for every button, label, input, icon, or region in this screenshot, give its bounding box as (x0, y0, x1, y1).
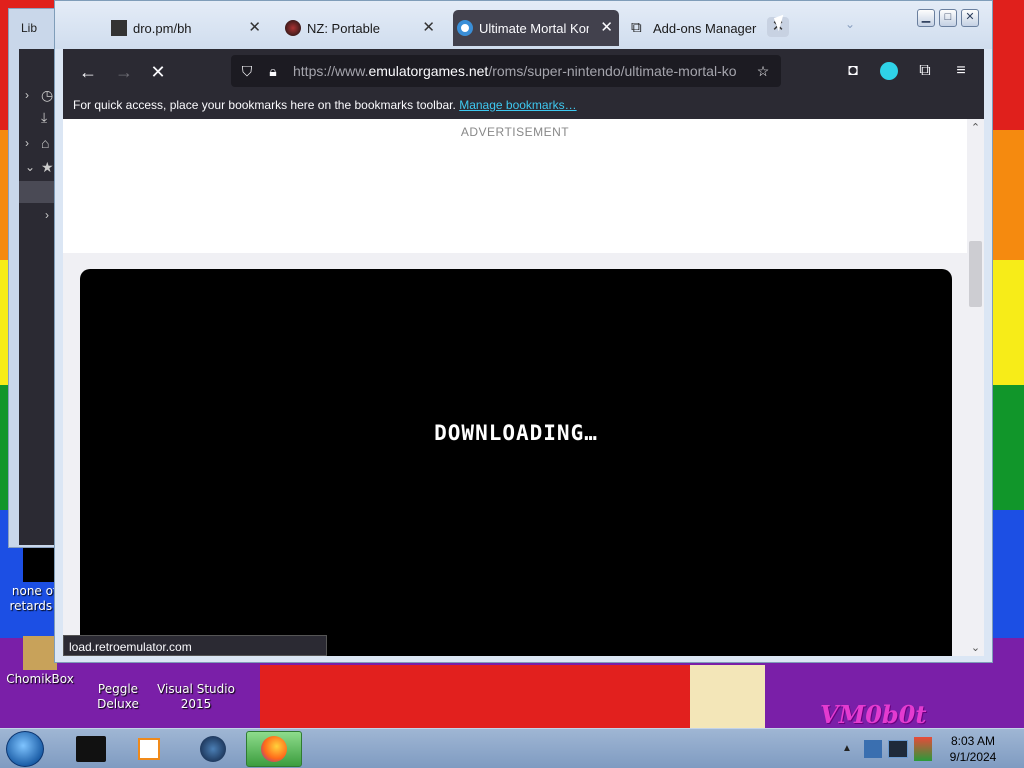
wallpaper-red-shape (260, 665, 700, 728)
url-domain: emulatorgames.net (368, 63, 489, 79)
tab-label: Ultimate Mortal Kombat (479, 21, 589, 36)
chevron-down-icon: ⌄ (25, 160, 36, 174)
browser-toolbar: ← → ✕ ⛉ 🔒︎ https://www.emulatorgames.net… (63, 49, 984, 119)
tab-nz-portable[interactable]: NZ: Portable ✕ (281, 10, 441, 46)
taskbar-app-explorer[interactable] (64, 731, 120, 767)
nz-logo-icon (285, 20, 301, 36)
minimize-button[interactable]: ▁ (917, 9, 935, 27)
game-canvas[interactable]: DOWNLOADING… (80, 269, 952, 656)
menu-icon[interactable]: ≡ (951, 61, 971, 81)
tab-label: NZ: Portable (307, 21, 380, 36)
url-bar[interactable]: ⛉ 🔒︎ https://www.emulatorgames.net/roms/… (231, 55, 781, 87)
scroll-down-icon[interactable]: ⌄ (967, 641, 984, 654)
globe-icon (200, 736, 226, 762)
advertisement-area[interactable]: ADVERTISEMENT (63, 119, 967, 253)
scroll-thumb[interactable] (969, 241, 982, 307)
desktop-icon-label: ChomikBox (6, 672, 74, 686)
url-path: /roms/super-nintendo/ultimate-mortal-ko (488, 63, 737, 79)
chevron-right-icon: › (25, 88, 29, 102)
taskbar-app-globe[interactable] (184, 731, 240, 767)
close-icon[interactable]: ✕ (248, 18, 261, 36)
back-button[interactable]: ← (75, 59, 101, 85)
tab-label: dro.pm/bh (133, 21, 192, 36)
wallpaper-signature: VM0b0t (820, 700, 927, 729)
scroll-up-icon[interactable]: ⌃ (967, 121, 984, 134)
lock-icon[interactable]: 🔒︎ (265, 63, 281, 79)
page-content[interactable]: ADVERTISEMENT DOWNLOADING… (63, 119, 967, 656)
tab-dro[interactable]: dro.pm/bh ✕ (107, 10, 267, 46)
stop-button[interactable]: ✕ (145, 59, 171, 85)
show-hidden-icons-button[interactable]: ▲ (842, 743, 852, 754)
tab-ultimate-mortal-kombat[interactable]: Ultimate Mortal Kombat ✕ (453, 10, 619, 46)
clock-time: 8:03 AM (950, 734, 996, 748)
close-icon[interactable]: ✕ (600, 18, 613, 36)
list-tabs-chevron-icon[interactable]: ⌄ (845, 17, 855, 31)
close-icon[interactable]: ✕ (422, 18, 435, 36)
status-bar: load.retroemulator.com (63, 635, 327, 656)
network-icon[interactable] (864, 740, 882, 758)
account-icon[interactable] (879, 61, 899, 81)
chevron-right-icon: › (25, 136, 29, 150)
emulator-games-icon (457, 20, 473, 36)
monitor-icon[interactable] (888, 740, 908, 758)
browser-window: dro.pm/bh ✕ NZ: Portable ✕ Ultimate Mort… (54, 0, 993, 663)
maximize-button[interactable]: □ (939, 9, 957, 27)
forward-button[interactable]: → (111, 59, 137, 85)
bookmark-star-icon[interactable]: ☆ (755, 63, 771, 79)
chevron-right-icon: › (45, 208, 49, 222)
bookmarks-toolbar: For quick access, place your bookmarks h… (73, 98, 577, 112)
wallpaper-figure (690, 665, 765, 728)
puzzle-icon: ⧉ (631, 19, 642, 36)
tab-label: Add-ons Manager (653, 21, 757, 36)
firefox-icon (261, 736, 287, 762)
desktop-icon-label: Visual Studio 2015 (157, 682, 235, 711)
bookmarks-hint: For quick access, place your bookmarks h… (73, 98, 456, 112)
clock[interactable]: 8:03 AM 9/1/2024 (940, 733, 1006, 765)
media-player-icon (138, 738, 160, 760)
page-scrollbar[interactable]: ⌃ ⌄ (967, 119, 984, 656)
folder-icon (76, 736, 106, 762)
desktop-icon-label: Peggle Deluxe (97, 682, 139, 711)
title-bar: dro.pm/bh ✕ NZ: Portable ✕ Ultimate Mort… (55, 1, 992, 49)
system-tray (856, 731, 936, 767)
start-button[interactable] (6, 731, 44, 767)
close-window-button[interactable]: ✕ (961, 9, 979, 27)
advertisement-label: ADVERTISEMENT (460, 125, 570, 139)
taskbar: ▲ 8:03 AM 9/1/2024 (0, 728, 1024, 768)
pocket-icon[interactable]: ◘ (843, 61, 863, 81)
taskbar-app-firefox[interactable] (246, 731, 302, 767)
app-tray-icon[interactable] (914, 737, 932, 761)
url-prefix: https://www. (293, 63, 369, 79)
taskbar-app-media[interactable] (122, 731, 178, 767)
terminal-icon (111, 20, 127, 36)
url-text[interactable]: https://www.emulatorgames.net/roms/super… (293, 63, 751, 79)
shield-icon[interactable]: ⛉ (239, 63, 255, 79)
chomikbox-icon (23, 636, 57, 670)
extensions-icon[interactable]: ⧉ (915, 61, 935, 81)
clock-date: 9/1/2024 (949, 750, 997, 764)
manage-bookmarks-link[interactable]: Manage bookmarks… (459, 98, 576, 112)
file-icon (23, 548, 57, 582)
tab-addons-manager[interactable]: ⧉ Add-ons Manager ✕ (627, 10, 793, 46)
downloading-text: DOWNLOADING… (434, 421, 598, 445)
